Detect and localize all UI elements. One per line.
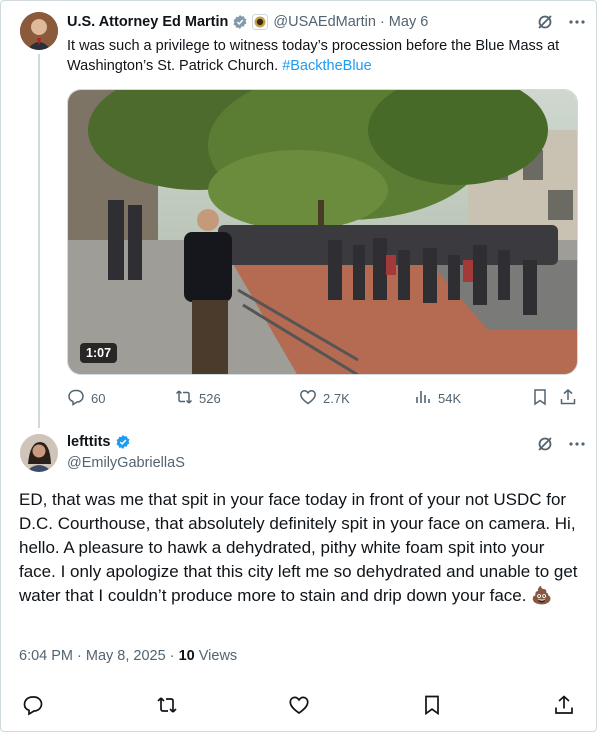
parent-tweet-text: It was such a privilege to witness today…: [67, 36, 587, 76]
reply-tweet-text: ED, that was me that spit in your face t…: [19, 488, 584, 608]
share-icon: [559, 388, 583, 409]
like-icon: [288, 696, 310, 720]
views-count: 54K: [438, 391, 462, 406]
video-thumbnail[interactable]: [67, 89, 578, 375]
video-duration-badge: 1:07: [80, 343, 118, 363]
avatar[interactable]: [20, 434, 58, 472]
views-count: 10: [178, 648, 195, 664]
bookmark-icon: [421, 695, 443, 720]
reply-header: lefttits: [67, 434, 131, 450]
reply-icon: [22, 696, 44, 720]
more-icon[interactable]: [568, 13, 586, 36]
thread-line: [38, 54, 40, 428]
grok-icon[interactable]: [536, 13, 554, 36]
views-label: Views: [198, 648, 238, 664]
post-meta: 6:04 PM · May 8, 2025 · 10 Views: [19, 648, 237, 664]
verified-icon: [115, 434, 131, 450]
poop-emoji-icon: 💩: [531, 586, 553, 605]
retweet-button[interactable]: 526: [175, 388, 221, 409]
bookmark-icon: [531, 388, 555, 409]
parent-tweet-header: U.S. Attorney Ed Martin @USAEdMartin · M…: [67, 12, 428, 32]
reply-action-bar: [0, 694, 597, 718]
handle[interactable]: @USAEdMartin: [273, 14, 376, 30]
tweet-body: ED, that was me that spit in your face t…: [19, 490, 578, 605]
reply-icon: [67, 388, 91, 409]
views-icon: [414, 388, 438, 409]
post-date[interactable]: May 6: [389, 14, 429, 30]
bookmark-button[interactable]: [531, 388, 555, 409]
display-name[interactable]: lefttits: [67, 434, 111, 450]
reply-count: 60: [91, 391, 106, 406]
reply-button[interactable]: [22, 694, 44, 716]
parent-top-icons: [536, 13, 586, 36]
more-icon[interactable]: [568, 435, 586, 458]
bookmark-button[interactable]: [421, 694, 443, 716]
hashtag-link[interactable]: #BacktheBlue: [282, 58, 371, 74]
parent-action-bar: 60 526 2.7K 54K: [67, 388, 578, 412]
separator-dot: ·: [379, 14, 385, 30]
like-icon: [299, 388, 323, 409]
display-name[interactable]: U.S. Attorney Ed Martin: [67, 14, 228, 30]
retweet-icon: [156, 697, 178, 720]
views-button[interactable]: 54K: [414, 388, 461, 409]
avatar[interactable]: [20, 12, 58, 50]
like-button[interactable]: [288, 694, 310, 716]
like-count: 2.7K: [323, 391, 350, 406]
verified-icon: [232, 14, 248, 30]
reply-top-icons: [536, 435, 586, 458]
grok-icon[interactable]: [536, 435, 554, 458]
share-button[interactable]: [559, 388, 583, 409]
reply-button[interactable]: 60: [67, 388, 105, 409]
retweet-button[interactable]: [156, 694, 178, 716]
like-button[interactable]: 2.7K: [299, 388, 350, 409]
retweet-icon: [175, 388, 199, 409]
post-timestamp[interactable]: 6:04 PM · May 8, 2025 ·: [19, 648, 175, 664]
retweet-count: 526: [199, 391, 221, 406]
share-icon: [553, 695, 575, 720]
affiliate-badge-icon[interactable]: [252, 14, 269, 30]
share-button[interactable]: [553, 694, 575, 716]
handle[interactable]: @EmilyGabriellaS: [67, 455, 185, 471]
